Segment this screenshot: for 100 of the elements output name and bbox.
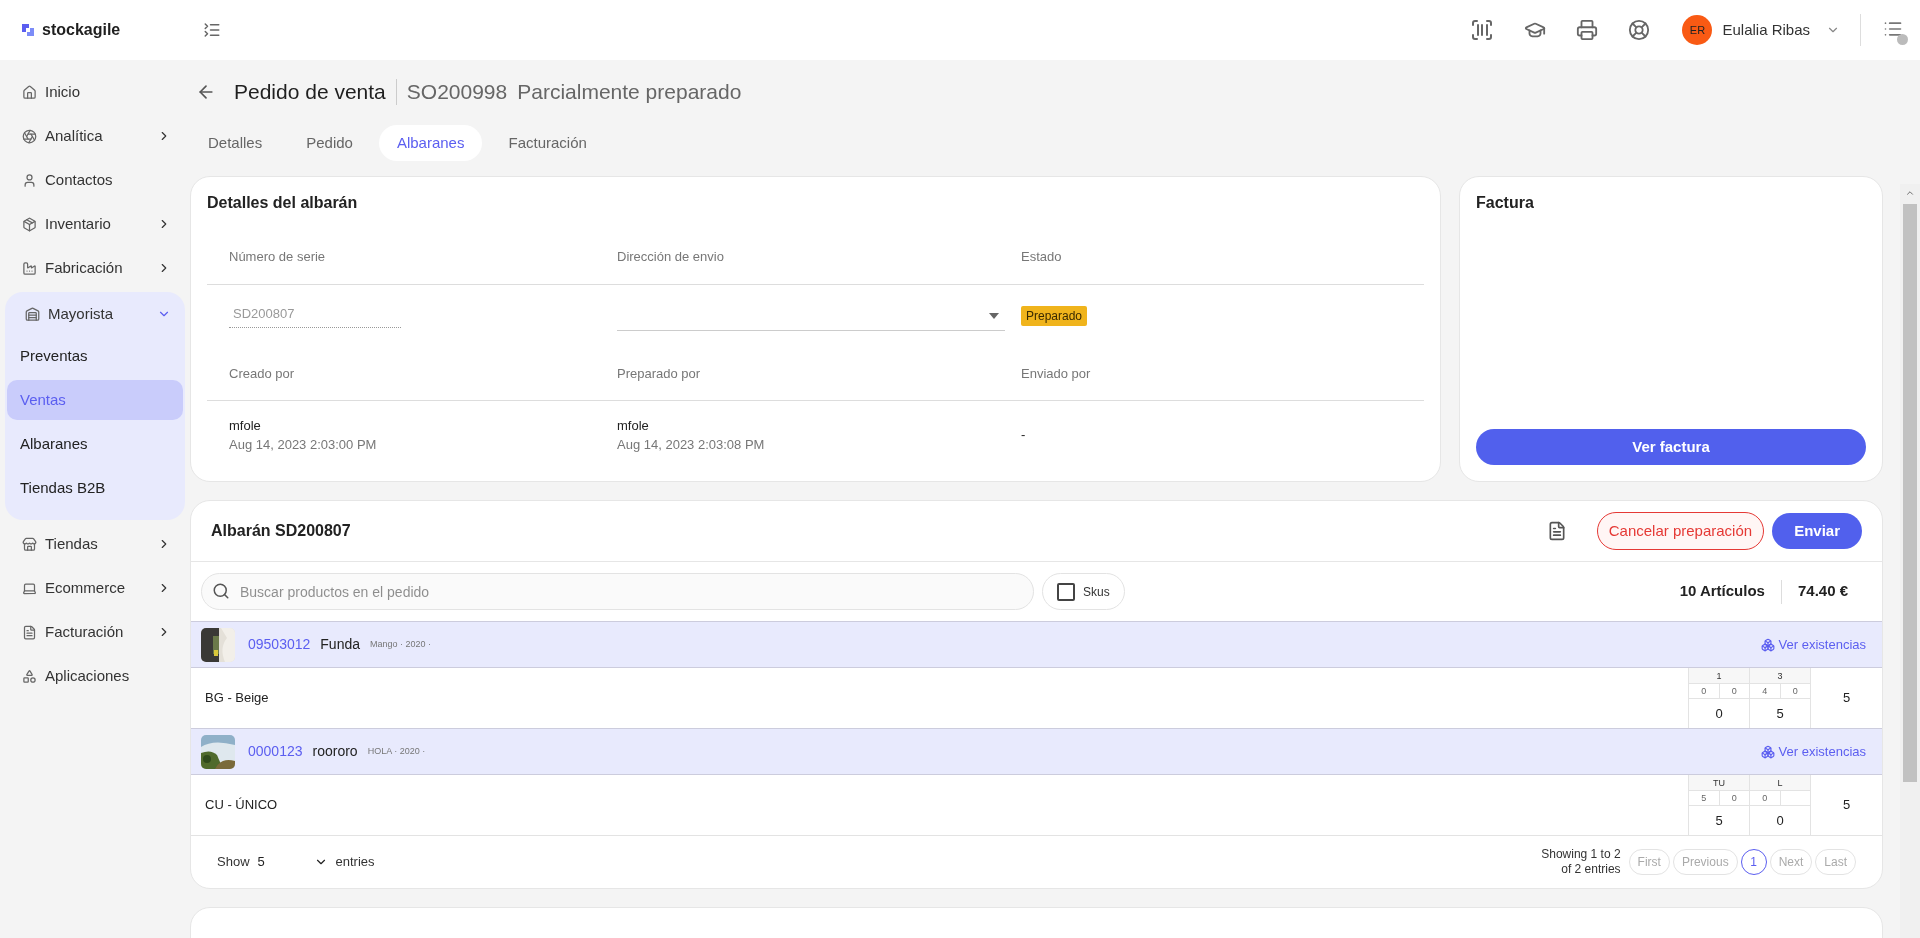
- entries-label: entries: [335, 853, 375, 872]
- person-icon: [22, 172, 37, 188]
- product-code[interactable]: 09503012: [248, 634, 311, 655]
- size-header: 3: [1750, 668, 1810, 684]
- page-size-select[interactable]: 5: [257, 852, 328, 872]
- stock-cell: 0: [1750, 791, 1781, 805]
- field-label: Preparado por: [617, 364, 702, 383]
- page-title: Pedido de venta: [234, 79, 386, 106]
- variant-label: BG - Beige: [204, 689, 270, 708]
- stock-cell-text: 0: [1791, 685, 1799, 698]
- timestamp: Aug 14, 2023 2:03:08 PM: [617, 436, 766, 454]
- scroll-up-icon[interactable]: [1905, 188, 1915, 198]
- stock-cell-text: 0: [1730, 792, 1738, 805]
- field-label: Creado por: [229, 364, 296, 383]
- card-title: Detalles del albarán: [207, 193, 359, 213]
- sidebar-item[interactable]: Facturación: [5, 610, 185, 654]
- shapes-icon: [22, 668, 37, 684]
- user-name: mfole: [229, 416, 262, 435]
- tab[interactable]: Facturación: [490, 125, 605, 161]
- size-header: TU: [1689, 775, 1749, 791]
- document-icon: [22, 624, 37, 640]
- lifebuoy-icon[interactable]: [1628, 19, 1651, 41]
- sidebar-item[interactable]: Tiendas: [5, 522, 185, 566]
- product-meta: HOLA · 2020 ·: [367, 744, 426, 758]
- entries-info: Showing 1 to 2: [1541, 847, 1621, 862]
- entries-info: of 2 entries: [1561, 862, 1621, 877]
- user-avatar[interactable]: ER: [1682, 15, 1713, 45]
- printer-icon[interactable]: [1576, 19, 1599, 41]
- quantity-cell-text: 0: [1775, 811, 1785, 830]
- tab[interactable]: Albaranes: [378, 125, 483, 161]
- logo-icon: [20, 22, 36, 38]
- sidebar-item[interactable]: Analítica: [5, 114, 185, 158]
- size-header: 1: [1689, 668, 1749, 684]
- size-header: L: [1750, 775, 1810, 791]
- product-name: Funda: [320, 635, 360, 654]
- scrollbar[interactable]: [1900, 184, 1920, 938]
- product-code[interactable]: 0000123: [248, 741, 303, 762]
- view-invoice-button[interactable]: Ver factura: [1476, 429, 1866, 465]
- quantity-cell-text: 5: [1714, 811, 1724, 830]
- variant-label: CU - ÚNICO: [204, 796, 279, 815]
- laptop-icon: [22, 580, 37, 596]
- boxes-icon: [1760, 637, 1775, 652]
- card-title: Albarán SD200807: [211, 521, 352, 541]
- brand-name: stockagile: [42, 20, 121, 40]
- timestamp: Aug 14, 2023 2:03:00 PM: [229, 436, 378, 454]
- cancel-button[interactable]: Cancelar preparación: [1596, 512, 1765, 550]
- user-name[interactable]: Eulalia Ribas: [1722, 18, 1810, 42]
- sidebar-subitem[interactable]: Preventas: [7, 336, 183, 376]
- warehouse-icon: [25, 306, 40, 322]
- checkbox[interactable]: [1057, 582, 1075, 601]
- sidebar-item[interactable]: Ecommerce: [5, 566, 185, 610]
- sidebar-subitem[interactable]: Ventas: [7, 380, 183, 420]
- barcode-icon[interactable]: [1470, 18, 1495, 42]
- status-badge: Preparado: [1021, 306, 1088, 326]
- tab[interactable]: Detalles: [190, 125, 281, 161]
- sidebar-item[interactable]: Fabricación: [5, 246, 185, 290]
- collapse-menu-icon[interactable]: [203, 21, 221, 39]
- tab[interactable]: Pedido: [288, 125, 371, 161]
- boxes-icon: [1760, 744, 1775, 759]
- order-status: Parcialmente preparado: [517, 79, 742, 106]
- sidebar-item[interactable]: Contactos: [5, 158, 185, 202]
- stock-cell: 4: [1750, 684, 1781, 698]
- sent-by-value: -: [1021, 426, 1027, 445]
- aperture-icon: [22, 128, 37, 144]
- field-label: Estado: [1021, 247, 1063, 266]
- home-icon: [22, 84, 37, 100]
- serial-field[interactable]: SD200807: [229, 303, 401, 329]
- stock-cell-text: 0: [1730, 685, 1738, 698]
- total-cell: 5: [1810, 668, 1882, 728]
- total-cell: 5: [1810, 775, 1882, 835]
- order-total: 74.40 €: [1797, 581, 1848, 602]
- field-label: Número de serie: [229, 247, 327, 266]
- factory-icon: [22, 260, 37, 276]
- stock-cell: 5: [1689, 791, 1720, 805]
- quantity-cell-text: 5: [1775, 704, 1785, 723]
- send-button[interactable]: Enviar: [1772, 513, 1862, 549]
- store-icon: [22, 536, 37, 552]
- sidebar-item[interactable]: Inventario: [5, 202, 185, 246]
- quantity-cell-text: 0: [1714, 704, 1724, 723]
- sidebar-item[interactable]: Inicio: [5, 70, 185, 114]
- stock-link[interactable]: Ver existencias: [1778, 634, 1866, 655]
- items-count: 10 Artículos: [1679, 581, 1765, 602]
- sidebar-item[interactable]: Mayorista: [5, 292, 185, 336]
- caret-icon: [989, 312, 999, 319]
- search-field[interactable]: Buscar productos en el pedido: [201, 573, 1034, 610]
- box-icon: [22, 216, 37, 232]
- sidebar-subitem[interactable]: Tiendas B2B: [7, 468, 183, 508]
- user-name: mfole: [617, 416, 650, 435]
- card-title: Factura: [1476, 193, 1535, 213]
- product-meta: Mango · 2020 ·: [370, 637, 432, 651]
- stock-link[interactable]: Ver existencias: [1778, 741, 1866, 762]
- field-label: Dirección de envio: [617, 247, 725, 266]
- show-label: Show: [217, 853, 250, 872]
- sidebar-subitem[interactable]: Albaranes: [7, 424, 183, 464]
- search-icon: [212, 582, 230, 600]
- field-label: Enviado por: [1021, 364, 1092, 383]
- product-name: roororo: [312, 742, 358, 761]
- order-code: SO200998: [406, 79, 508, 106]
- stock-cell: 0: [1689, 684, 1720, 698]
- sidebar-item[interactable]: Aplicaciones: [5, 654, 185, 698]
